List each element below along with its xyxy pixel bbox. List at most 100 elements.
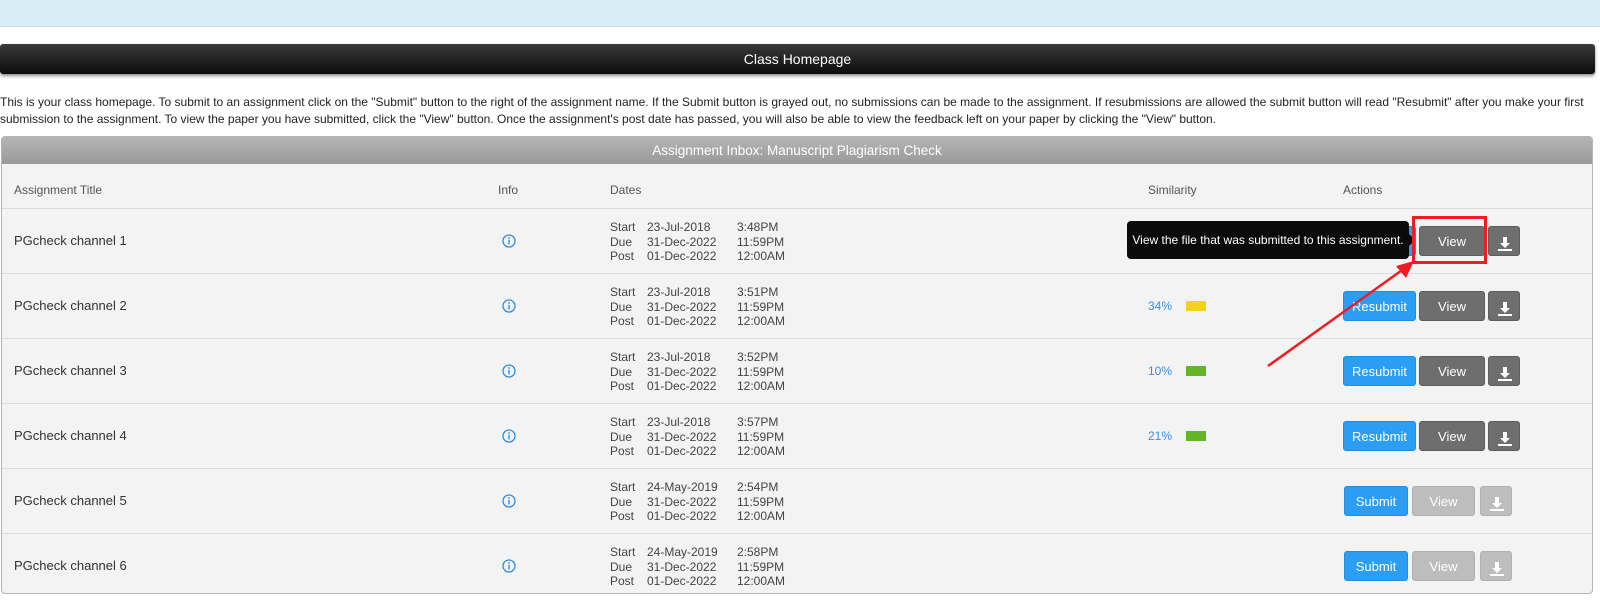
assignment-dates: Start 24-May-2019 2:54PM Due 31-Dec-2022 11:5… xyxy=(610,480,810,524)
date-label-post: Post xyxy=(610,574,635,588)
due-time: 11:59PM xyxy=(737,234,785,249)
date-label-post: Post xyxy=(610,249,635,263)
col-assignment-title: Assignment Title xyxy=(14,183,103,197)
class-homepage-title: Class Homepage xyxy=(743,51,852,67)
intro-text: This is your class homepage. To submit t… xyxy=(0,95,1584,126)
view-button[interactable]: View xyxy=(1419,291,1485,321)
similarity-score[interactable]: 10% xyxy=(1148,364,1172,378)
date-line-due: Due 31-Dec-2022 11:59PM xyxy=(610,365,810,380)
post-date: 01-Dec-2022 xyxy=(647,379,717,393)
due-time: 11:59PM xyxy=(737,429,785,444)
download-button[interactable] xyxy=(1488,226,1520,256)
start-time: 3:52PM xyxy=(737,350,779,364)
resubmit-button[interactable]: Resubmit xyxy=(1343,291,1416,321)
due-date: 31-Dec-2022 xyxy=(647,429,717,444)
due-time: 11:59PM xyxy=(737,559,785,574)
date-label-due: Due xyxy=(610,299,633,314)
date-line-post: Post 01-Dec-2022 12:00AM xyxy=(610,444,810,459)
download-icon xyxy=(1489,558,1505,588)
submit-button[interactable]: Submit xyxy=(1344,486,1408,516)
due-date: 31-Dec-2022 xyxy=(647,494,717,509)
date-line-due: Due 31-Dec-2022 11:59PM xyxy=(610,495,810,510)
col-similarity: Similarity xyxy=(1148,183,1197,197)
download-button[interactable] xyxy=(1488,291,1520,321)
start-date: 23-Jul-2018 xyxy=(647,415,711,429)
info-icon[interactable] xyxy=(502,299,516,313)
view-button[interactable]: View xyxy=(1419,356,1485,386)
submit-button[interactable]: Submit xyxy=(1344,551,1408,581)
download-icon xyxy=(1497,233,1513,263)
date-line-due: Due 31-Dec-2022 11:59PM xyxy=(610,235,810,250)
info-icon[interactable] xyxy=(502,234,516,248)
date-label-due: Due xyxy=(610,494,633,509)
info-icon[interactable] xyxy=(502,559,516,573)
date-line-start: Start 23-Jul-2018 3:48PM xyxy=(610,220,810,235)
assignment-dates: Start 23-Jul-2018 3:57PM Due 31-Dec-2022 11:5… xyxy=(610,415,810,459)
info-icon[interactable] xyxy=(502,429,516,443)
assignment-title: PGcheck channel 5 xyxy=(14,493,127,508)
date-label-post: Post xyxy=(610,444,635,458)
assignment-row: PGcheck channel 2 Start 23-Jul-2018 3:51PM D… xyxy=(2,274,1592,339)
post-time: 12:00AM xyxy=(737,314,786,328)
tooltip-text: View the file that was submitted to this… xyxy=(1132,233,1404,247)
date-label-start: Start xyxy=(610,350,636,364)
post-time: 12:00AM xyxy=(737,444,786,458)
post-date: 01-Dec-2022 xyxy=(647,314,717,328)
post-time: 12:00AM xyxy=(737,509,786,523)
due-date: 31-Dec-2022 xyxy=(647,299,717,314)
date-line-post: Post 01-Dec-2022 12:00AM xyxy=(610,379,810,394)
assignment-title: PGcheck channel 3 xyxy=(14,363,127,378)
download-button[interactable] xyxy=(1488,356,1520,386)
similarity-score[interactable]: 34% xyxy=(1148,299,1172,313)
date-line-post: Post 01-Dec-2022 12:00AM xyxy=(610,314,810,329)
inbox-title: Assignment Inbox: Manuscript Plagiarism … xyxy=(2,137,1592,164)
date-line-start: Start 24-May-2019 2:54PM xyxy=(610,480,810,495)
post-time: 12:00AM xyxy=(737,249,786,263)
download-button[interactable] xyxy=(1480,551,1512,581)
date-line-due: Due 31-Dec-2022 11:59PM xyxy=(610,560,810,575)
start-date: 23-Jul-2018 xyxy=(647,220,711,234)
assignment-title: PGcheck channel 1 xyxy=(14,233,127,248)
resubmit-button[interactable]: Resubmit xyxy=(1343,356,1416,386)
post-date: 01-Dec-2022 xyxy=(647,574,717,588)
start-time: 3:48PM xyxy=(737,220,779,234)
download-icon xyxy=(1497,298,1513,328)
date-line-post: Post 01-Dec-2022 12:00AM xyxy=(610,574,810,589)
view-tooltip: View the file that was submitted to this… xyxy=(1127,221,1409,259)
date-label-due: Due xyxy=(610,364,633,379)
table-header: Assignment Title Info Dates Similarity A… xyxy=(2,164,1592,209)
post-date: 01-Dec-2022 xyxy=(647,249,717,263)
date-line-start: Start 23-Jul-2018 3:51PM xyxy=(610,285,810,300)
view-button[interactable]: View xyxy=(1419,421,1485,451)
start-time: 2:54PM xyxy=(737,480,779,494)
similarity-score[interactable]: 21% xyxy=(1148,429,1172,443)
similarity-color-bar xyxy=(1186,301,1206,311)
info-icon[interactable] xyxy=(502,364,516,378)
assignment-row: PGcheck channel 4 Start 23-Jul-2018 3:57PM D… xyxy=(2,404,1592,469)
start-time: 3:51PM xyxy=(737,285,779,299)
view-button[interactable]: View xyxy=(1412,551,1475,581)
download-button[interactable] xyxy=(1488,421,1520,451)
date-label-post: Post xyxy=(610,509,635,523)
resubmit-button[interactable]: Resubmit xyxy=(1343,421,1416,451)
class-homepage-bar: Class Homepage xyxy=(0,44,1595,74)
download-button[interactable] xyxy=(1480,486,1512,516)
start-time: 3:57PM xyxy=(737,415,779,429)
assignment-dates: Start 23-Jul-2018 3:52PM Due 31-Dec-2022 11:5… xyxy=(610,350,810,394)
notice-banner xyxy=(0,0,1600,27)
similarity-color-bar xyxy=(1186,431,1206,441)
date-label-start: Start xyxy=(610,220,636,234)
date-label-post: Post xyxy=(610,379,635,393)
info-icon[interactable] xyxy=(502,494,516,508)
assignment-row: PGcheck channel 5 Start 24-May-2019 2:54PM D… xyxy=(2,469,1592,534)
date-line-start: Start 23-Jul-2018 3:57PM xyxy=(610,415,810,430)
post-date: 01-Dec-2022 xyxy=(647,444,717,458)
assignment-dates: Start 24-May-2019 2:58PM Due 31-Dec-2022 11:5… xyxy=(610,545,810,589)
date-line-due: Due 31-Dec-2022 11:59PM xyxy=(610,300,810,315)
date-label-start: Start xyxy=(610,285,636,299)
assignment-dates: Start 23-Jul-2018 3:48PM Due 31-Dec-2022 11:5… xyxy=(610,220,810,264)
date-label-due: Due xyxy=(610,234,633,249)
view-button[interactable]: View xyxy=(1412,486,1475,516)
date-label-start: Start xyxy=(610,545,636,559)
due-date: 31-Dec-2022 xyxy=(647,559,717,574)
